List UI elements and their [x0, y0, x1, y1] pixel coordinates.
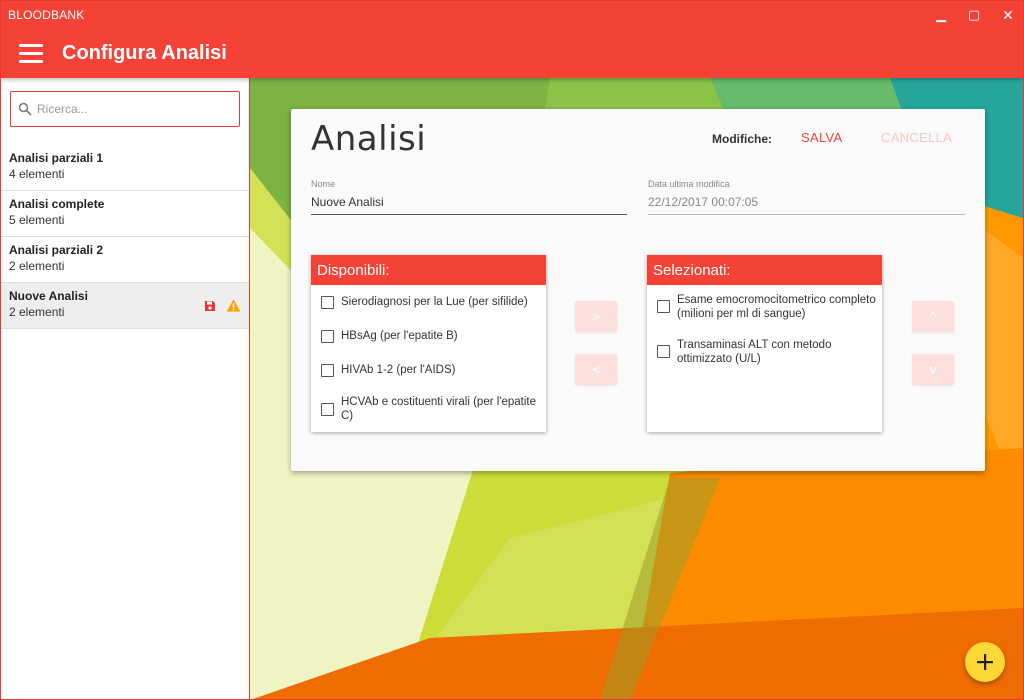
analysis-list: Analisi parziali 1 4 elementi Analisi co…: [1, 145, 249, 329]
search-input[interactable]: [37, 100, 232, 118]
move-down-button[interactable]: v: [912, 354, 954, 385]
name-field[interactable]: Nuove Analisi: [311, 195, 384, 209]
checkbox[interactable]: [657, 345, 670, 358]
list-item-icons: [204, 299, 241, 312]
available-panel: Disponibili: Sierodiagnosi per la Lue (p…: [311, 255, 546, 432]
search-box[interactable]: [10, 91, 240, 127]
selected-item[interactable]: Esame emocromocitometrico completo (mili…: [657, 293, 877, 321]
app-bar: Configura Analisi: [1, 30, 1023, 78]
page-title: Configura Analisi: [62, 42, 227, 64]
available-item-label: HCVAb e costituenti virali (per l'epatit…: [341, 396, 537, 422]
selected-item-label: Transaminasi ALT con metodo ottimizzato …: [677, 339, 832, 365]
checkbox[interactable]: [321, 403, 334, 416]
move-up-button[interactable]: ^: [912, 301, 954, 332]
list-item-title: Analisi parziali 1: [9, 151, 104, 165]
selected-panel: Selezionati: Esame emocromocitometrico c…: [647, 255, 882, 432]
available-panel-header: Disponibili:: [311, 255, 546, 285]
checkbox[interactable]: [321, 364, 334, 377]
checkbox[interactable]: [321, 330, 334, 343]
changes-label: Modifiche:: [712, 132, 772, 146]
name-field-underline: [311, 214, 627, 215]
warning-icon[interactable]: [226, 299, 241, 312]
save-button[interactable]: SALVA: [801, 130, 842, 145]
search-icon: [18, 102, 32, 116]
list-item-subtitle: 4 elementi: [9, 167, 65, 181]
available-item-label: Sierodiagnosi per la Lue (per sifilide): [341, 296, 528, 308]
name-field-label: Nome: [311, 179, 336, 189]
selected-item-label: Esame emocromocitometrico completo (mili…: [677, 294, 876, 320]
editor-title: Analisi: [311, 119, 427, 159]
list-item[interactable]: Analisi parziali 1 4 elementi: [1, 145, 249, 191]
window-title: BLOODBANK: [8, 8, 85, 22]
list-item-selected[interactable]: Nuove Analisi 2 elementi: [1, 283, 249, 329]
maximize-icon[interactable]: ▢: [965, 6, 983, 24]
close-icon[interactable]: ✕: [999, 6, 1017, 24]
available-item[interactable]: HBsAg (per l'epatite B): [321, 329, 541, 343]
sidebar: Analisi parziali 1 4 elementi Analisi co…: [1, 78, 250, 699]
window-titlebar[interactable]: BLOODBANK ▁ ▢ ✕: [1, 1, 1023, 30]
available-item[interactable]: Sierodiagnosi per la Lue (per sifilide): [321, 295, 541, 309]
available-item-label: HBsAg (per l'epatite B): [341, 330, 458, 342]
list-item-title: Analisi complete: [9, 197, 105, 211]
save-icon[interactable]: [204, 300, 216, 312]
list-item-subtitle: 2 elementi: [9, 259, 65, 273]
available-item[interactable]: HCVAb e costituenti virali (per l'epatit…: [321, 395, 541, 423]
add-to-selected-button[interactable]: >: [575, 301, 617, 332]
hamburger-menu-icon[interactable]: [19, 44, 43, 64]
available-item[interactable]: HIVAb 1-2 (per l'AIDS): [321, 363, 541, 377]
checkbox[interactable]: [657, 300, 670, 313]
selected-item[interactable]: Transaminasi ALT con metodo ottimizzato …: [657, 338, 877, 366]
minimize-icon[interactable]: ▁: [932, 6, 950, 24]
date-field-underline: [648, 214, 965, 215]
app-window: BLOODBANK ▁ ▢ ✕ Configura Analisi Analis…: [0, 0, 1024, 700]
list-item-subtitle: 5 elementi: [9, 213, 65, 227]
checkbox[interactable]: [321, 296, 334, 309]
list-item[interactable]: Analisi complete 5 elementi: [1, 191, 249, 237]
cancel-button[interactable]: CANCELLA: [881, 130, 952, 145]
selected-panel-header: Selezionati:: [647, 255, 882, 285]
date-field: 22/12/2017 00:07:05: [648, 195, 759, 209]
add-analysis-button[interactable]: [965, 642, 1005, 682]
analysis-editor-card: Analisi Modifiche: SALVA CANCELLA Nome N…: [291, 109, 985, 471]
list-item[interactable]: Analisi parziali 2 2 elementi: [1, 237, 249, 283]
available-item-label: HIVAb 1-2 (per l'AIDS): [341, 364, 456, 376]
remove-from-selected-button[interactable]: <: [575, 354, 617, 385]
plus-icon: [977, 654, 993, 670]
list-item-title: Analisi parziali 2: [9, 243, 104, 257]
date-field-label: Data ultima modifica: [648, 179, 730, 189]
